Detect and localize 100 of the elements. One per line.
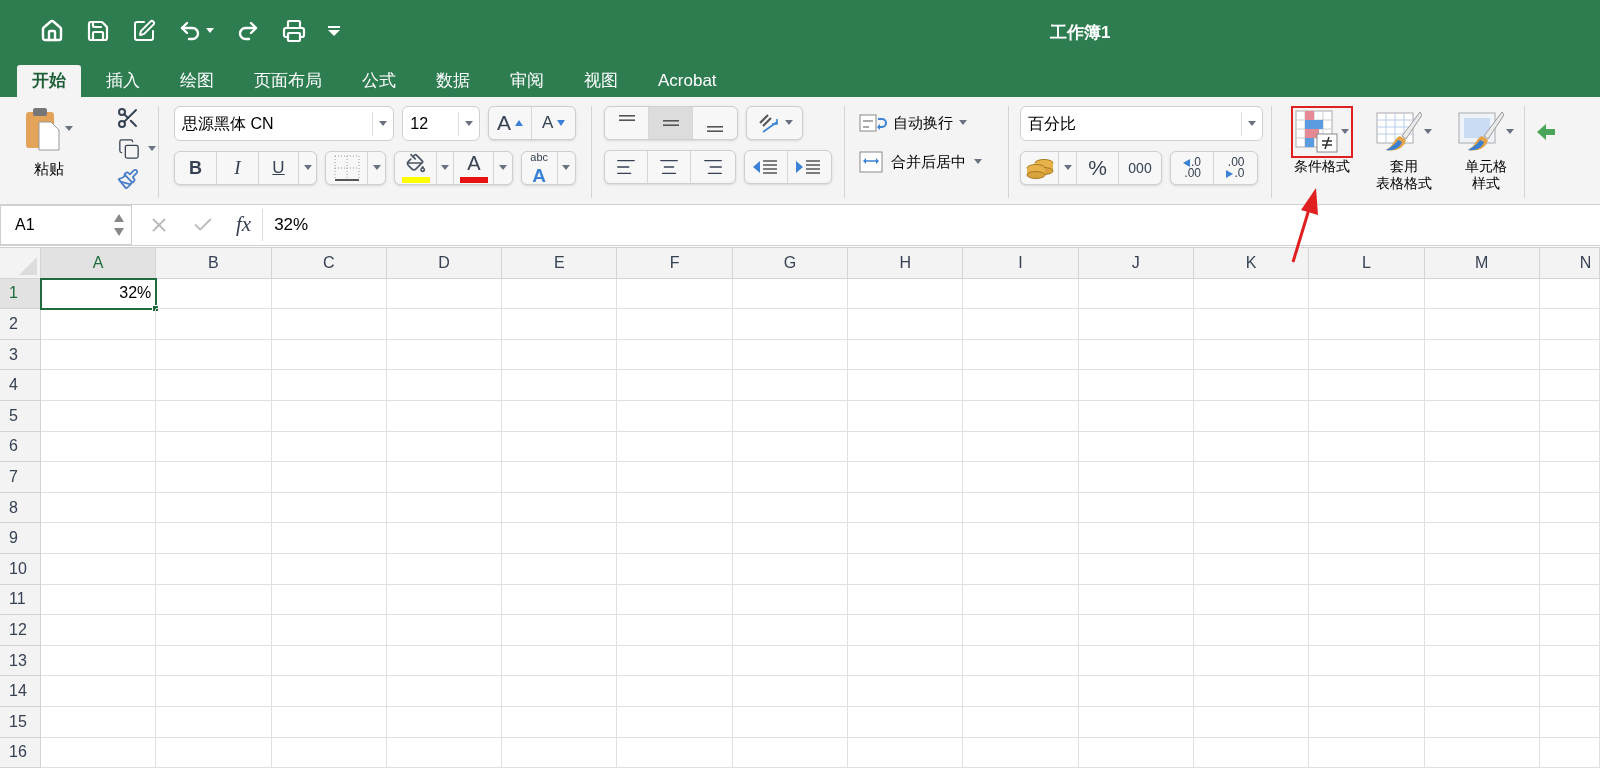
- styles-button[interactable]: 套用 表格格式: [1366, 106, 1442, 192]
- ribbon-tab[interactable]: 数据: [421, 65, 485, 97]
- right-arrow-icon: [1226, 169, 1234, 178]
- table-cell: [1539, 400, 1600, 432]
- caret-icon[interactable]: [1341, 129, 1349, 135]
- column-header[interactable]: H: [848, 248, 964, 279]
- table-cell: [1539, 523, 1600, 554]
- wrap-text-button[interactable]: 自动换行: [859, 112, 994, 135]
- caret-icon[interactable]: [784, 120, 793, 126]
- row-header[interactable]: 13: [0, 645, 41, 677]
- caret-icon[interactable]: [1506, 129, 1514, 135]
- home-icon[interactable]: [40, 19, 64, 43]
- format-painter-icon[interactable]: [117, 168, 139, 190]
- shrink-font-button[interactable]: A: [532, 107, 575, 139]
- row-header[interactable]: 7: [0, 462, 41, 493]
- column-header[interactable]: G: [732, 248, 849, 279]
- merge-center-button[interactable]: 合并后居中: [859, 150, 994, 173]
- column-header[interactable]: E: [502, 248, 618, 279]
- column-header[interactable]: A: [41, 248, 157, 279]
- font-size-field[interactable]: 12: [402, 106, 480, 141]
- font-name-field[interactable]: 思源黑体 CN: [174, 106, 395, 141]
- row-header[interactable]: 3: [0, 339, 41, 371]
- row-header[interactable]: 14: [0, 676, 41, 707]
- formula-field[interactable]: 32%: [274, 212, 1600, 238]
- undo-icon[interactable]: [178, 19, 202, 43]
- function-button[interactable]: fx: [236, 209, 264, 241]
- edit-icon[interactable]: [132, 19, 156, 43]
- row-header[interactable]: 8: [0, 492, 41, 524]
- column-header[interactable]: J: [1078, 248, 1194, 279]
- column-header[interactable]: D: [386, 248, 503, 279]
- bold-button[interactable]: B: [175, 152, 217, 184]
- caret-icon[interactable]: [1424, 129, 1432, 135]
- phonetic-button[interactable]: abc A: [521, 152, 558, 184]
- column-header[interactable]: I: [963, 248, 1079, 279]
- column-header[interactable]: F: [617, 248, 733, 279]
- ribbon-tab[interactable]: Acrobat: [643, 65, 732, 97]
- column-header[interactable]: K: [1193, 248, 1310, 279]
- save-icon[interactable]: [86, 19, 110, 43]
- caret-icon[interactable]: [65, 126, 73, 132]
- styles-button[interactable]: 单元格 样式: [1448, 106, 1524, 192]
- ribbon-tab[interactable]: 插入: [91, 65, 155, 97]
- caret-icon[interactable]: [974, 158, 982, 165]
- comma-button[interactable]: 000: [1119, 152, 1161, 184]
- caret-icon[interactable]: [959, 120, 967, 127]
- caret-icon[interactable]: [562, 165, 571, 171]
- caret-icon[interactable]: [441, 165, 450, 171]
- grow-font-button[interactable]: A: [488, 107, 533, 139]
- table-cell: [1539, 706, 1600, 738]
- copy-icon[interactable]: [118, 138, 140, 160]
- caret-icon[interactable]: [464, 120, 473, 127]
- styles-button[interactable]: 条件格式: [1284, 106, 1360, 175]
- row-header[interactable]: 9: [0, 523, 41, 554]
- row-header[interactable]: 6: [0, 431, 41, 463]
- coins-icon: [1025, 157, 1054, 179]
- ribbon-tab[interactable]: 审阅: [495, 65, 559, 97]
- italic-button[interactable]: I: [216, 152, 259, 184]
- column-header[interactable]: M: [1424, 248, 1540, 279]
- ribbon-tab[interactable]: 视图: [569, 65, 633, 97]
- caret-icon[interactable]: [206, 28, 214, 34]
- decrease-decimal-button[interactable]: .00 .0: [1214, 152, 1257, 184]
- number-format-field[interactable]: 百分比: [1020, 106, 1263, 141]
- fill-handle[interactable]: [152, 305, 160, 313]
- row-header[interactable]: 11: [0, 584, 41, 616]
- customize-icon[interactable]: [328, 26, 340, 36]
- row-header[interactable]: 2: [0, 309, 41, 340]
- table-cell: [1539, 309, 1600, 340]
- caret-icon[interactable]: [1248, 120, 1256, 127]
- cut-icon[interactable]: [116, 106, 140, 130]
- paste-button[interactable]: 粘贴: [20, 106, 78, 181]
- column-header[interactable]: N: [1539, 248, 1600, 279]
- caret-icon[interactable]: [499, 165, 507, 171]
- font-color-button[interactable]: A: [454, 152, 495, 184]
- caret-icon[interactable]: [1063, 165, 1072, 171]
- fill-color-bar: [401, 177, 430, 183]
- ribbon-tab[interactable]: 公式: [347, 65, 411, 97]
- redo-icon[interactable]: [236, 19, 260, 43]
- column-header[interactable]: B: [156, 248, 272, 279]
- name-box[interactable]: A1: [0, 205, 132, 245]
- ribbon-tab[interactable]: 开始: [17, 65, 81, 97]
- row-header[interactable]: 12: [0, 615, 41, 646]
- column-header[interactable]: C: [271, 248, 387, 279]
- row-header[interactable]: 4: [0, 370, 41, 401]
- caret-icon[interactable]: [379, 120, 388, 127]
- row-header[interactable]: 16: [0, 737, 41, 769]
- table-cell: [1539, 553, 1600, 585]
- caret-icon[interactable]: [303, 165, 312, 171]
- underline-button[interactable]: U: [258, 152, 299, 184]
- ribbon-tab[interactable]: 页面布局: [239, 65, 337, 97]
- row-header[interactable]: 10: [0, 553, 41, 585]
- row-header[interactable]: 5: [0, 400, 41, 432]
- ribbon-tab[interactable]: 绘图: [165, 65, 229, 97]
- increase-decimal-button[interactable]: .0 .00: [1171, 152, 1214, 184]
- row-header[interactable]: 15: [0, 706, 41, 738]
- column-header[interactable]: L: [1309, 248, 1425, 279]
- print-icon[interactable]: [282, 19, 306, 43]
- caret-icon[interactable]: [372, 165, 381, 171]
- table-cell: [1539, 462, 1600, 493]
- caret-icon[interactable]: [148, 146, 156, 152]
- middle-align-button[interactable]: [649, 107, 693, 139]
- percent-button[interactable]: %: [1077, 152, 1119, 184]
